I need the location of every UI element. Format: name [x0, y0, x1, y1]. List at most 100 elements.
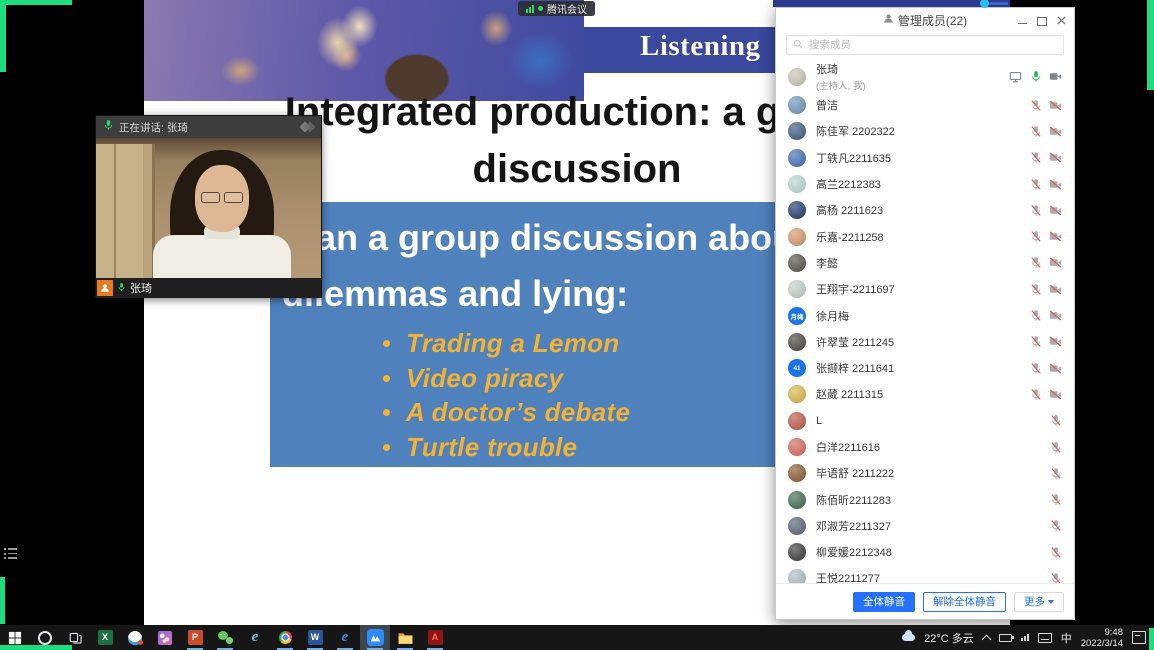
member-row[interactable]: 张琦 (主持人, 我) — [776, 61, 1074, 92]
member-row[interactable]: 陈佰昕2211283 — [776, 486, 1074, 512]
member-avatar: 41 — [788, 359, 806, 377]
chat-list-icon[interactable] — [4, 548, 17, 559]
member-row[interactable]: 陈佳军 2202322 — [776, 118, 1074, 144]
camera-off-icon[interactable] — [1049, 310, 1062, 321]
camera-on-icon[interactable] — [1049, 71, 1062, 82]
member-row[interactable]: 柳爱媛2212348 — [776, 539, 1074, 565]
touch-keyboard-icon[interactable] — [1038, 633, 1052, 643]
mic-muted-icon[interactable] — [1049, 467, 1062, 480]
taskbar-photos-app[interactable] — [150, 625, 180, 650]
tray-expand-icon[interactable] — [981, 634, 991, 644]
mic-muted-icon[interactable] — [1049, 441, 1062, 454]
mic-muted-icon[interactable] — [1049, 546, 1062, 559]
webcam-titlebar[interactable]: 正在讲话: 张琦 — [96, 116, 321, 138]
mic-muted-icon[interactable] — [1029, 335, 1042, 348]
taskbar-file-explorer-app[interactable] — [390, 625, 420, 650]
speaking-label: 正在讲话: 张琦 — [119, 120, 188, 135]
mic-muted-icon[interactable] — [1049, 519, 1062, 532]
camera-off-icon[interactable] — [1049, 363, 1062, 374]
member-row[interactable]: 王悦2211277 — [776, 565, 1074, 583]
close-icon[interactable] — [1057, 14, 1066, 28]
mic-muted-icon[interactable] — [1049, 493, 1062, 506]
webcam-overlay[interactable]: 正在讲话: 张琦 张琦 — [95, 115, 322, 298]
member-name: 柳爱媛2212348 — [816, 544, 892, 560]
mic-muted-icon[interactable] — [1029, 151, 1042, 164]
member-search[interactable] — [786, 35, 1064, 55]
taskbar-ie2-app[interactable]: e — [330, 625, 360, 650]
mic-muted-icon[interactable] — [1029, 362, 1042, 375]
unmute-all-button[interactable]: 解除全体静音 — [923, 592, 1006, 612]
member-search-input[interactable] — [807, 38, 1057, 52]
member-name: 徐月梅 — [816, 308, 849, 324]
taskbar-ie-app[interactable]: e — [240, 625, 270, 650]
camera-off-icon[interactable] — [1049, 152, 1062, 163]
member-row[interactable]: 许翠莹 2211245 — [776, 329, 1074, 355]
camera-off-icon[interactable] — [1049, 179, 1062, 190]
mic-muted-icon[interactable] — [1029, 99, 1042, 112]
mic-muted-icon[interactable] — [1029, 256, 1042, 269]
camera-off-icon[interactable] — [1049, 257, 1062, 268]
mute-all-button[interactable]: 全体静音 — [853, 592, 915, 612]
network-icon[interactable] — [1021, 634, 1029, 641]
battery-icon[interactable] — [999, 634, 1012, 642]
mic-muted-icon[interactable] — [1049, 572, 1062, 583]
member-row[interactable]: 丁轶凡2211635 — [776, 145, 1074, 171]
slider-knob[interactable] — [980, 0, 989, 8]
top-slider[interactable] — [773, 0, 1010, 7]
taskbar-excel-app[interactable]: X — [90, 625, 120, 650]
taskbar-wechat-app[interactable] — [210, 625, 240, 650]
weather-label[interactable]: 22°C 多云 — [924, 630, 974, 646]
taskbar-word-app[interactable]: W — [300, 625, 330, 650]
background-door — [96, 144, 155, 278]
camera-off-icon[interactable] — [1049, 336, 1062, 347]
action-center-icon[interactable] — [1132, 631, 1146, 644]
minimize-icon[interactable] — [1018, 23, 1027, 25]
taskbar-tencent-meeting-app[interactable] — [360, 625, 390, 650]
member-row[interactable]: 高兰2212383 — [776, 171, 1074, 197]
ime-indicator[interactable]: 中 — [1061, 630, 1072, 646]
member-row[interactable]: 乐嘉-2211258 — [776, 223, 1074, 249]
member-row[interactable]: 赵葳 2211315 — [776, 381, 1074, 407]
mic-on-icon[interactable] — [1029, 70, 1042, 83]
camera-off-icon[interactable] — [1049, 389, 1062, 400]
member-row[interactable]: 邓淑芳2211327 — [776, 513, 1074, 539]
mic-muted-icon[interactable] — [1029, 388, 1042, 401]
taskbar-chrome-app[interactable] — [270, 625, 300, 650]
camera-off-icon[interactable] — [1049, 126, 1062, 137]
member-row[interactable]: 月梅 徐月梅 — [776, 302, 1074, 328]
mic-muted-icon[interactable] — [1029, 204, 1042, 217]
webcam-video — [96, 138, 321, 278]
mic-muted-icon[interactable] — [1029, 309, 1042, 322]
camera-off-icon[interactable] — [1049, 231, 1062, 242]
camera-off-icon[interactable] — [1049, 100, 1062, 111]
slide-bullet: Trading a Lemon — [376, 326, 630, 361]
member-row[interactable]: 41 张撷梓 2211641 — [776, 355, 1074, 381]
mic-muted-icon[interactable] — [1049, 414, 1062, 427]
mic-muted-icon[interactable] — [1029, 125, 1042, 138]
meeting-logo-icon[interactable] — [301, 123, 314, 131]
member-row[interactable]: 王翔宇-2211697 — [776, 276, 1074, 302]
taskbar-acrobat-app[interactable]: A — [420, 625, 450, 650]
clock[interactable]: 9:48 2022/3/14 — [1081, 627, 1123, 649]
members-icon — [883, 13, 894, 27]
taskbar-qq-app[interactable] — [120, 625, 150, 650]
member-row[interactable]: 李懿 — [776, 250, 1074, 276]
member-row[interactable]: L — [776, 408, 1074, 434]
camera-off-icon[interactable] — [1049, 205, 1062, 216]
maximize-icon[interactable] — [1037, 17, 1047, 26]
taskbar-powerpoint-app[interactable]: P — [180, 625, 210, 650]
member-avatar — [788, 254, 806, 272]
more-button[interactable]: 更多 — [1014, 592, 1064, 612]
member-row[interactable]: 高杨 2211623 — [776, 197, 1074, 223]
camera-off-icon[interactable] — [1049, 284, 1062, 295]
mic-muted-icon[interactable] — [1029, 230, 1042, 243]
meeting-status-badge[interactable]: 腾讯会议 — [518, 1, 595, 16]
mic-muted-icon[interactable] — [1029, 283, 1042, 296]
member-name: 张撷梓 2211641 — [816, 360, 894, 376]
mic-muted-icon[interactable] — [1029, 178, 1042, 191]
member-row[interactable]: 白洋2211616 — [776, 434, 1074, 460]
member-name: 陈佰昕2211283 — [816, 492, 891, 508]
member-row[interactable]: 曾洁 — [776, 92, 1074, 118]
member-row[interactable]: 毕语舒 2211222 — [776, 460, 1074, 486]
screen-share-icon[interactable] — [1009, 71, 1022, 83]
